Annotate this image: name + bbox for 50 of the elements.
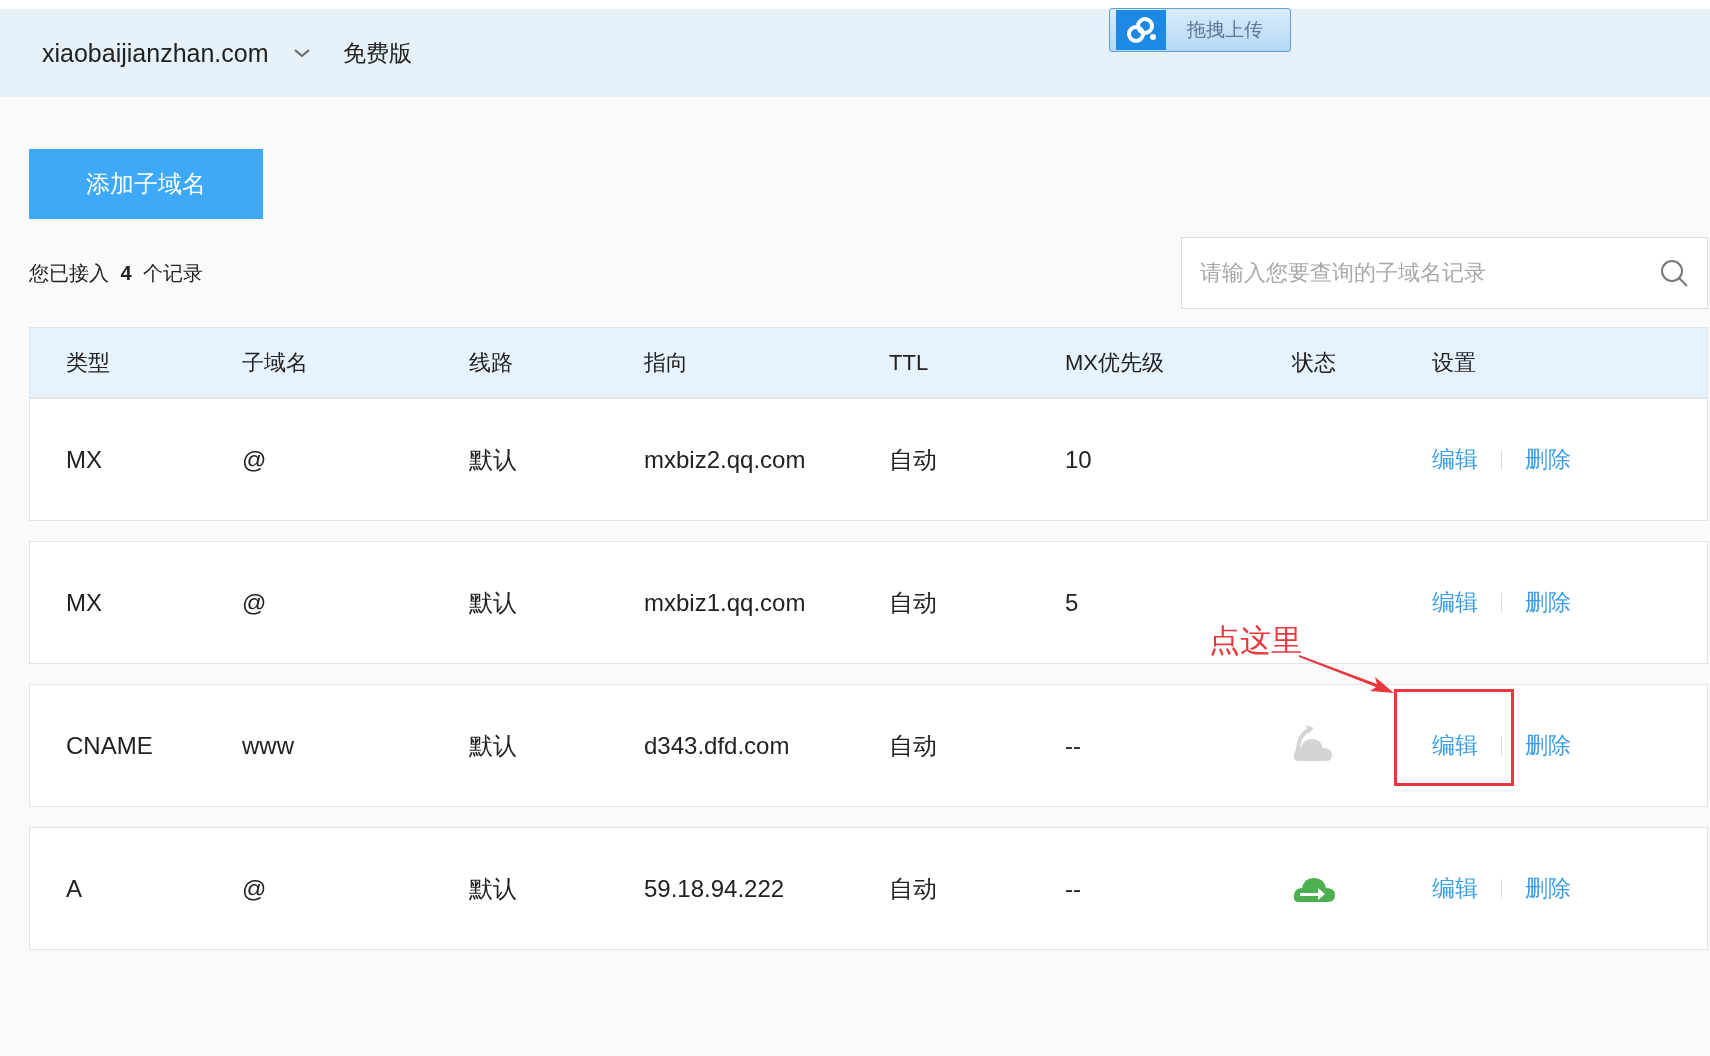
table-cell-text: A (66, 874, 83, 903)
table-cell-text: -- (1065, 874, 1082, 903)
column-header: 设置 (1432, 348, 1477, 377)
table-cell-text: 5 (1065, 588, 1080, 617)
table-cell-text: d343.dfd.com (644, 731, 791, 760)
column-header: 指向 (644, 348, 689, 377)
upload-button[interactable]: 拖拽上传 (1109, 8, 1291, 52)
caret-icon[interactable] (292, 47, 311, 59)
cloud-icon (1124, 15, 1158, 45)
table-cell-text: @ (242, 588, 268, 617)
delete-link[interactable]: 删除 (1525, 444, 1571, 475)
table-cell-text: www (242, 731, 295, 760)
table-cell-text: 自动 (889, 730, 938, 761)
table-cell-text: 自动 (889, 873, 938, 904)
table-cell-text: 默认 (469, 873, 518, 904)
table-cell-text: @ (242, 874, 268, 903)
table-cell-text: 10 (1065, 445, 1093, 474)
table-cell-text: mxbiz2.qq.com (644, 445, 807, 474)
annotation-text: 点这里 (1209, 622, 1302, 660)
delete-link[interactable]: 删除 (1525, 730, 1571, 761)
table-cell-text: 自动 (889, 587, 938, 618)
edit-link[interactable]: 编辑 (1432, 446, 1478, 472)
table-cell-text: -- (1065, 731, 1082, 760)
record-count-text: 您已接入 4 个记录 (29, 260, 204, 286)
search-icon[interactable] (1658, 257, 1690, 289)
edit-link[interactable]: 编辑 (1432, 732, 1478, 758)
column-header: 线路 (469, 348, 514, 377)
add-subdomain-button[interactable]: 添加子域名 (29, 149, 263, 219)
table-cell-text: 默认 (469, 444, 518, 475)
column-header: 类型 (66, 348, 111, 377)
table-cell-text: @ (242, 445, 268, 474)
table-cell-text: 59.18.94.222 (644, 874, 786, 903)
domain-name[interactable]: xiaobaijianzhan.com (42, 38, 269, 68)
column-header: 子域名 (242, 348, 309, 377)
delete-link[interactable]: 删除 (1525, 587, 1571, 618)
column-header: 状态 (1292, 348, 1337, 377)
table-cell-text: MX (66, 445, 103, 474)
column-header: TTL (889, 349, 930, 376)
delete-link[interactable]: 删除 (1525, 873, 1571, 904)
search-field[interactable]: 请输入您要查询的子域名记录 (1181, 237, 1708, 309)
edit-link[interactable]: 编辑 (1432, 875, 1478, 901)
column-header: MX优先级 (1065, 348, 1165, 377)
table-cell-text: 自动 (889, 444, 938, 475)
edit-link[interactable]: 编辑 (1432, 589, 1478, 615)
table-cell-text: MX (66, 588, 103, 617)
table-cell-text: 默认 (469, 730, 518, 761)
table-cell-text: CNAME (66, 731, 154, 760)
table-cell-text: mxbiz1.qq.com (644, 588, 807, 617)
table-cell-text: 默认 (469, 587, 518, 618)
plan-label: 免费版 (342, 38, 412, 68)
